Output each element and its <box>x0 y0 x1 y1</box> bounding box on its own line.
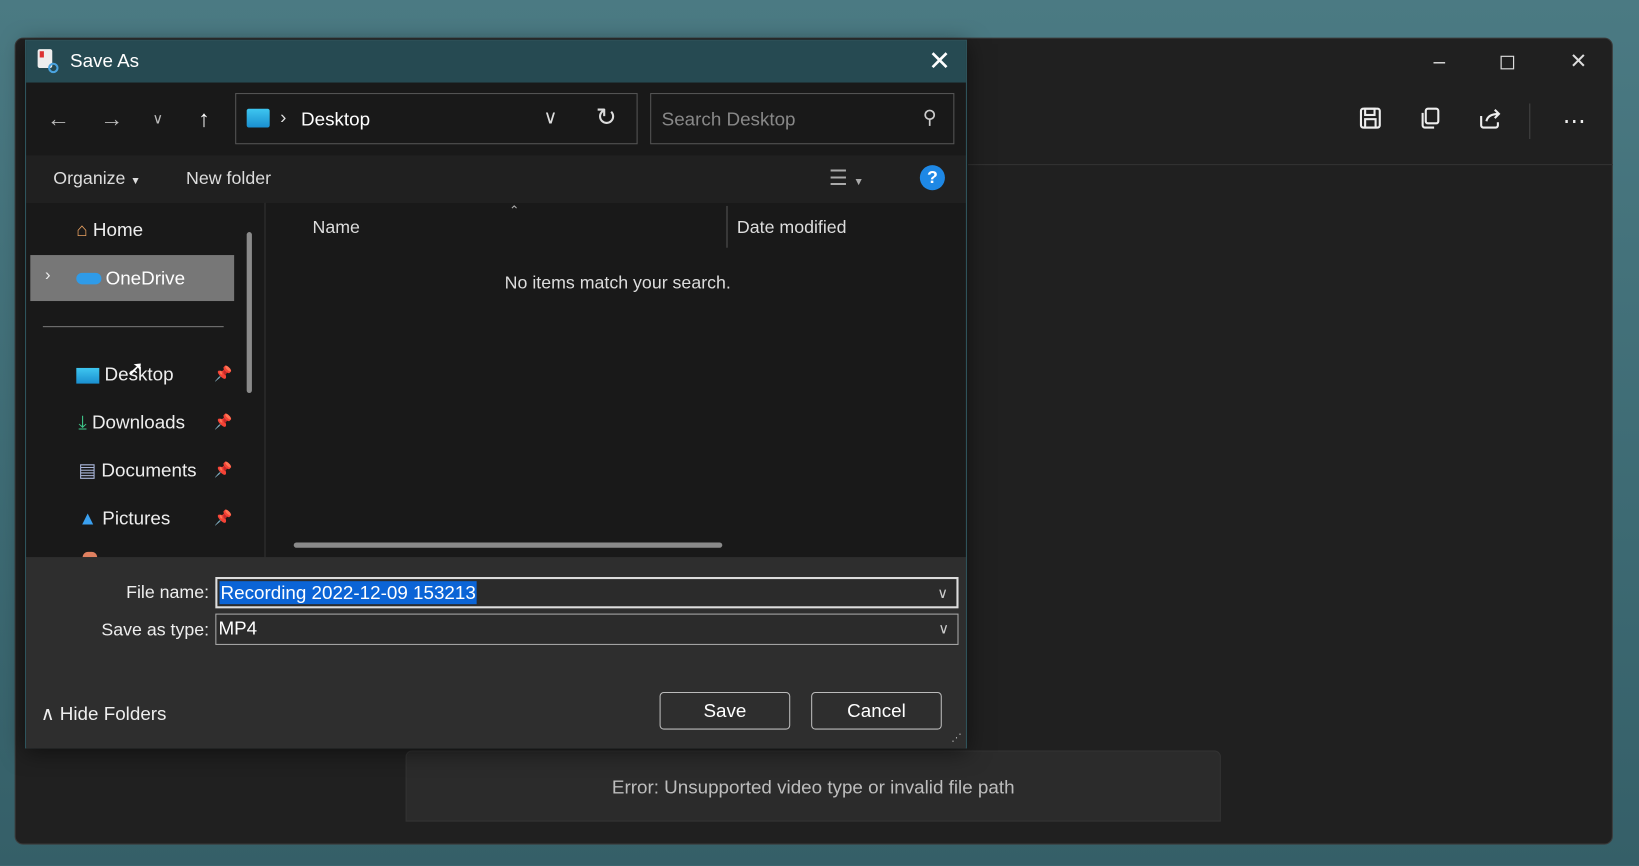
save-as-type-value: MP4 <box>218 617 258 639</box>
dialog-close-button[interactable]: ✕ <box>924 45 955 77</box>
nav-separator <box>42 326 224 328</box>
app-icon <box>37 49 59 74</box>
help-icon[interactable]: ? <box>919 165 945 191</box>
search-icon[interactable]: ⚲ <box>923 107 937 129</box>
horizontal-scrollbar[interactable] <box>293 542 723 548</box>
minimize-button[interactable]: – <box>1418 47 1460 76</box>
new-folder-button[interactable]: New folder <box>186 168 271 189</box>
save-button[interactable]: Save <box>659 691 791 730</box>
navigation-pane: ⌂ Home › OneDrive Desktop ➚ ⤓ Downloads … <box>26 203 262 558</box>
empty-message: No items match your search. <box>504 272 731 293</box>
copy-icon[interactable] <box>1412 106 1448 137</box>
nav-item-home[interactable]: ⌂ Home <box>76 214 143 245</box>
column-header-date-modified[interactable]: Date modified <box>737 217 847 238</box>
pin-icon: 📌 <box>214 364 233 382</box>
dialog-titlebar: Save As ✕ <box>26 40 966 83</box>
nav-item-onedrive[interactable]: › OneDrive <box>30 255 235 302</box>
file-name-input[interactable]: Recording 2022-12-09 153213 ∨ <box>215 576 959 609</box>
pin-icon: 📌 <box>214 412 233 430</box>
breadcrumb-separator-icon: › <box>280 106 287 128</box>
pictures-icon: ▲ <box>78 508 98 529</box>
nav-scrollbar[interactable] <box>246 232 252 394</box>
nav-item-pictures[interactable]: ▲ Pictures <box>78 503 170 534</box>
file-name-value: Recording 2022-12-09 153213 <box>219 581 477 605</box>
download-icon: ⤓ <box>78 411 87 433</box>
file-name-label: File name: <box>126 582 210 603</box>
hide-folders-button[interactable]: ∧ Hide Folders <box>41 703 167 725</box>
divider <box>967 164 1613 166</box>
desktop: – ◻ ✕ ⋯ Error: Unsupported video type or… <box>0 0 1639 866</box>
maximize-button[interactable]: ◻ <box>1486 47 1528 76</box>
desktop-icon <box>76 367 100 384</box>
save-as-type-select[interactable]: MP4 ∨ <box>215 613 959 645</box>
nav-label: Home <box>92 219 144 241</box>
cancel-button[interactable]: Cancel <box>811 691 942 730</box>
back-icon[interactable]: ← <box>43 106 74 133</box>
close-button[interactable]: ✕ <box>1557 47 1599 76</box>
more-icon[interactable]: ⋯ <box>1556 106 1592 137</box>
sort-ascending-icon: ⌃ <box>509 202 520 218</box>
nav-label: Documents <box>101 459 197 481</box>
breadcrumb-desktop[interactable]: Desktop <box>301 109 370 131</box>
nav-label: Pictures <box>102 508 171 529</box>
navigation-bar: ← → ∨ ↑ › Desktop ∨ ↻ Search Desktop ⚲ <box>26 82 966 156</box>
nav-item-documents[interactable]: ▤ Documents <box>78 455 196 486</box>
search-input[interactable]: Search Desktop ⚲ <box>650 93 955 145</box>
share-icon[interactable] <box>1473 106 1509 137</box>
nav-item-desktop[interactable]: Desktop <box>76 359 174 390</box>
view-options-icon[interactable]: ☰ ▼ <box>829 165 864 191</box>
address-bar[interactable]: › Desktop ∨ ↻ <box>235 93 638 145</box>
address-dropdown-icon[interactable]: ∨ <box>544 107 558 129</box>
column-header-name[interactable]: Name <box>313 217 360 238</box>
documents-icon: ▤ <box>78 459 97 481</box>
hide-folders-label: Hide Folders <box>59 703 167 725</box>
error-message: Error: Unsupported video type or invalid… <box>405 750 1221 822</box>
chevron-down-icon[interactable]: ∨ <box>937 584 948 602</box>
search-placeholder: Search Desktop <box>661 108 796 130</box>
expand-chevron-icon[interactable]: › <box>45 267 51 286</box>
command-bar: Organize ▼ New folder ☰ ▼ ? <box>26 155 966 203</box>
onedrive-cloud-icon <box>76 272 102 285</box>
desktop-folder-icon <box>246 108 270 128</box>
chevron-down-icon[interactable]: ∨ <box>938 620 949 638</box>
organize-label: Organize <box>53 168 126 189</box>
pin-icon: 📌 <box>214 460 233 478</box>
forward-icon[interactable]: → <box>96 106 127 133</box>
save-as-dialog: Save As ✕ ← → ∨ ↑ › Desktop ∨ ↻ Search D… <box>25 39 967 749</box>
toolbar-divider <box>1529 103 1531 140</box>
home-icon: ⌂ <box>76 219 88 241</box>
up-icon[interactable]: ↑ <box>188 106 219 133</box>
dialog-title: Save As <box>70 50 140 72</box>
pane-divider <box>264 202 266 558</box>
resize-grip-icon[interactable]: ⋰ <box>951 733 961 744</box>
caret-down-icon: ▼ <box>130 175 141 188</box>
save-as-type-label: Save as type: <box>101 619 210 640</box>
save-icon[interactable] <box>1353 106 1389 137</box>
mouse-cursor-icon: ➚ <box>126 357 145 381</box>
save-options-panel: File name: Recording 2022-12-09 153213 ∨… <box>26 557 966 749</box>
pin-icon: 📌 <box>214 509 233 526</box>
browser-body: ⌂ Home › OneDrive Desktop ➚ ⤓ Downloads … <box>26 202 966 558</box>
organize-button[interactable]: Organize ▼ <box>53 168 140 189</box>
nav-label: OneDrive <box>105 267 186 289</box>
nav-label: Downloads <box>91 411 186 433</box>
recent-locations-icon[interactable]: ∨ <box>142 110 173 128</box>
nav-item-downloads[interactable]: ⤓ Downloads <box>78 407 185 438</box>
chevron-up-icon: ∧ <box>40 703 55 725</box>
refresh-icon[interactable]: ↻ <box>596 102 617 132</box>
column-divider[interactable] <box>726 205 728 248</box>
